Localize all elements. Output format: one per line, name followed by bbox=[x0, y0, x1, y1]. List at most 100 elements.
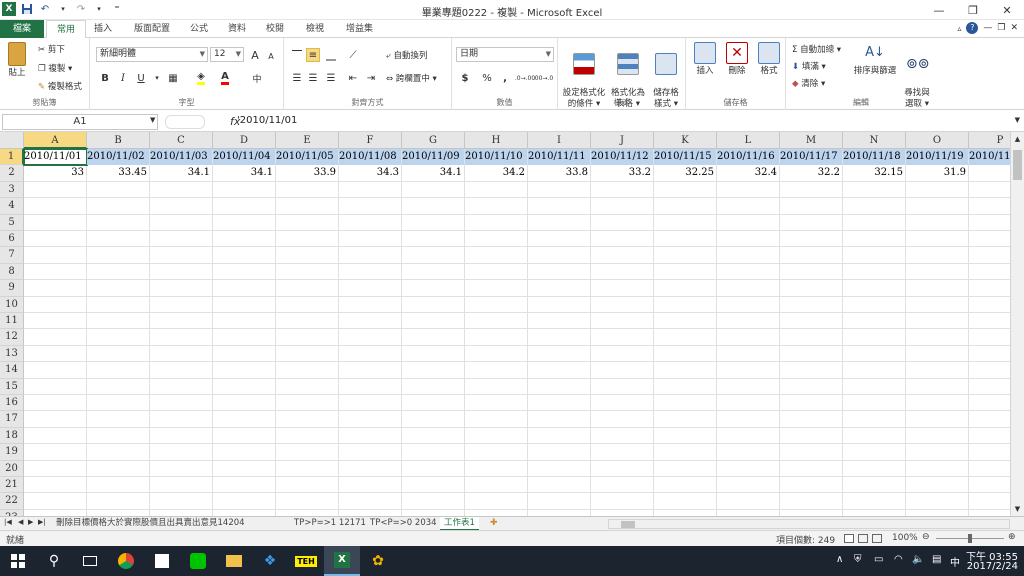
insert-cells-button[interactable]: 插入 bbox=[690, 42, 720, 77]
column-header-i[interactable]: I bbox=[528, 132, 591, 149]
new-sheet-icon[interactable]: ✚ bbox=[490, 518, 498, 528]
currency-button[interactable]: $ bbox=[458, 71, 472, 85]
copy-button[interactable]: ❐ 複製 ▾ bbox=[38, 62, 72, 74]
number-format-combo[interactable]: 日期 ▼ bbox=[456, 47, 554, 62]
row-header-11[interactable]: 11 bbox=[0, 313, 24, 330]
column-header-f[interactable]: F bbox=[339, 132, 402, 149]
excel-icon[interactable]: X bbox=[324, 546, 360, 576]
column-header-d[interactable]: D bbox=[213, 132, 276, 149]
workbook-minimize-icon[interactable]: — bbox=[983, 23, 992, 33]
expand-formula-bar-icon[interactable]: ▼ bbox=[1015, 116, 1020, 124]
row-header-5[interactable]: 5 bbox=[0, 214, 24, 231]
tab-formulas[interactable]: 公式 bbox=[180, 20, 218, 38]
zoom-slider-thumb[interactable] bbox=[968, 534, 972, 543]
next-sheet-icon[interactable]: ▶ bbox=[28, 518, 33, 526]
cell-i2[interactable]: 33.8 bbox=[528, 165, 590, 181]
folder-icon[interactable] bbox=[216, 546, 252, 576]
tab-data[interactable]: 資料 bbox=[218, 20, 256, 38]
cell-m1[interactable]: 2010/11/17 bbox=[780, 149, 842, 165]
task-view-icon[interactable] bbox=[72, 546, 108, 576]
fill-button[interactable]: ⬇ 填滿 ▾ bbox=[792, 60, 826, 72]
tab-insert[interactable]: 插入 bbox=[84, 20, 122, 38]
row-header-16[interactable]: 16 bbox=[0, 395, 24, 412]
worksheet-grid[interactable]: ABCDEFGHIJKLMNOP 1 2 3 4 5 6 7 8 9 10 11 12 13 14 15 16… bbox=[0, 132, 1024, 516]
row-header-20[interactable]: 20 bbox=[0, 460, 24, 477]
clear-button[interactable]: ◆ 清除 ▾ bbox=[792, 77, 825, 89]
underline-button[interactable]: U bbox=[134, 71, 148, 85]
font-size-combo[interactable]: 12 ▼ bbox=[210, 47, 244, 62]
column-header-m[interactable]: M bbox=[780, 132, 843, 149]
cell-k2[interactable]: 32.25 bbox=[654, 165, 716, 181]
cut-button[interactable]: ✂ 剪下 bbox=[38, 43, 65, 55]
cell-i1[interactable]: 2010/11/11 bbox=[528, 149, 590, 165]
percent-button[interactable]: % bbox=[480, 71, 494, 85]
row-header-17[interactable]: 17 bbox=[0, 411, 24, 428]
cell-l1[interactable]: 2010/11/16 bbox=[717, 149, 779, 165]
row-header-18[interactable]: 18 bbox=[0, 427, 24, 445]
cell-m2[interactable]: 32.2 bbox=[780, 165, 842, 181]
column-header-n[interactable]: N bbox=[843, 132, 906, 149]
shrink-font-button[interactable]: A bbox=[264, 49, 278, 63]
column-header-c[interactable]: C bbox=[150, 132, 213, 149]
autosum-button[interactable]: Σ 自動加總 ▾ bbox=[792, 43, 841, 55]
cell-c2[interactable]: 34.1 bbox=[150, 165, 212, 181]
horizontal-scroll-thumb[interactable] bbox=[621, 521, 635, 528]
tab-addins[interactable]: 增益集 bbox=[336, 20, 383, 38]
column-header-b[interactable]: B bbox=[87, 132, 150, 149]
tab-view[interactable]: 檢視 bbox=[296, 20, 334, 38]
zoom-level[interactable]: 100% bbox=[892, 533, 918, 543]
fill-color-icon[interactable]: ◈ bbox=[194, 71, 208, 85]
formula-input[interactable]: '2010/11/01 bbox=[237, 115, 297, 126]
minimize-button[interactable]: — bbox=[922, 0, 956, 20]
normal-view-icon[interactable] bbox=[844, 534, 854, 543]
tab-page-layout[interactable]: 版面配置 bbox=[124, 20, 180, 38]
align-middle-icon[interactable]: ≡ bbox=[306, 48, 320, 62]
scroll-up-icon[interactable]: ▲ bbox=[1011, 132, 1024, 146]
cell-f2[interactable]: 34.3 bbox=[339, 165, 401, 181]
search-icon[interactable]: ⚲ bbox=[36, 546, 72, 576]
cell-a2[interactable]: 33 bbox=[24, 165, 86, 181]
paste-button[interactable]: 貼上 bbox=[4, 42, 30, 79]
cell-f1[interactable]: 2010/11/08 bbox=[339, 149, 401, 165]
name-box[interactable]: A1 bbox=[2, 114, 158, 130]
row-header-19[interactable]: 19 bbox=[0, 444, 24, 461]
merge-center-button[interactable]: ⇔ 跨欄置中 ▾ bbox=[386, 72, 437, 84]
grow-font-button[interactable]: A bbox=[248, 48, 262, 62]
increase-decimal-button[interactable]: .0→.00 bbox=[515, 71, 535, 85]
cell-b2[interactable]: 33.45 bbox=[87, 165, 149, 181]
tab-home[interactable]: 常用 bbox=[46, 20, 87, 39]
prev-sheet-icon[interactable]: ◀ bbox=[18, 518, 23, 526]
increase-indent-icon[interactable]: ⇥ bbox=[364, 71, 378, 85]
format-painter-button[interactable]: ✎ 複製格式 bbox=[38, 80, 82, 92]
line-icon[interactable] bbox=[180, 546, 216, 576]
format-cells-button[interactable]: 格式 bbox=[754, 42, 784, 77]
decrease-decimal-button[interactable]: .00→.0 bbox=[533, 71, 553, 85]
font-name-combo[interactable]: 新細明體 ▼ bbox=[96, 47, 208, 62]
store-icon[interactable] bbox=[144, 546, 180, 576]
zoom-in-icon[interactable]: ⊕ bbox=[1008, 532, 1016, 542]
cell-e1[interactable]: 2010/11/05 bbox=[276, 149, 338, 165]
cell-h2[interactable]: 34.2 bbox=[465, 165, 527, 181]
cell-g2[interactable]: 34.1 bbox=[402, 165, 464, 181]
row-header-1[interactable]: 1 bbox=[0, 149, 24, 166]
font-color-icon[interactable]: A bbox=[218, 71, 232, 85]
row-header-15[interactable]: 15 bbox=[0, 378, 24, 395]
name-box-dropdown-icon[interactable]: ▼ bbox=[150, 116, 155, 124]
clock-date[interactable]: 2017/2/24 bbox=[967, 561, 1018, 572]
notification-icon[interactable]: ▤ bbox=[932, 554, 941, 565]
cell-c1[interactable]: 2010/11/03 bbox=[150, 149, 212, 165]
sheet-tab-2[interactable]: TP>P=>1 12171 bbox=[290, 517, 370, 531]
row-header-12[interactable]: 12 bbox=[0, 329, 24, 346]
help-icon[interactable]: ? bbox=[966, 22, 979, 34]
row-header-9[interactable]: 9 bbox=[0, 280, 24, 297]
phonetic-icon[interactable]: 中 bbox=[250, 71, 264, 85]
row-header-7[interactable]: 7 bbox=[0, 247, 24, 264]
cell-a1[interactable]: 2010/11/01 bbox=[24, 149, 86, 165]
restore-button[interactable]: ❐ bbox=[956, 0, 990, 20]
row-header-6[interactable]: 6 bbox=[0, 231, 24, 248]
start-icon[interactable] bbox=[0, 546, 36, 576]
cell-j2[interactable]: 33.2 bbox=[591, 165, 653, 181]
page-layout-view-icon[interactable] bbox=[858, 534, 868, 543]
cell-j1[interactable]: 2010/11/12 bbox=[591, 149, 653, 165]
tab-file[interactable]: 檔案 bbox=[0, 20, 44, 38]
